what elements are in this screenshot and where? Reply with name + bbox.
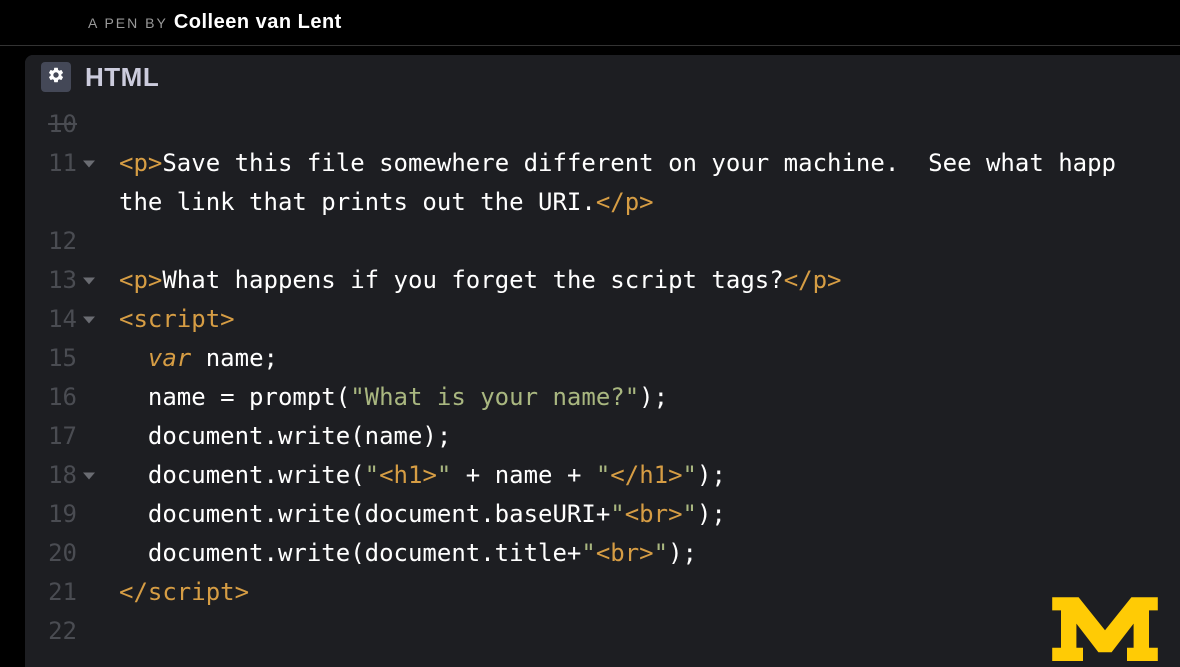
token-tag: <script> (119, 305, 235, 333)
line-number: 16 (25, 378, 77, 417)
line-number: 10 (25, 105, 77, 144)
token-string: " (596, 461, 610, 489)
code-line[interactable]: <script> (119, 300, 1180, 339)
token-keyword: var (148, 344, 191, 372)
settings-button[interactable] (41, 62, 71, 92)
token-string: "What is your name?" (350, 383, 639, 411)
code-line[interactable] (119, 222, 1180, 261)
token-plain: ); (697, 500, 726, 528)
line-number: 21 (25, 573, 77, 612)
code-line[interactable] (119, 105, 1180, 144)
fold-arrow-icon[interactable] (83, 277, 95, 284)
token-string: " (654, 539, 668, 567)
line-number: 22 (25, 612, 77, 651)
line-number (25, 183, 77, 222)
code-editor[interactable]: 10111213141516171819202122 <p>Save this … (25, 99, 1180, 651)
token-tag: <h1> (379, 461, 437, 489)
line-number: 20 (25, 534, 77, 573)
line-number: 14 (25, 300, 77, 339)
code-line[interactable]: </script> (119, 573, 1180, 612)
token-tag: <br> (625, 500, 683, 528)
token-plain: Save this file somewhere different on yo… (162, 149, 1116, 177)
code-line[interactable] (119, 612, 1180, 651)
token-tag: </p> (596, 188, 654, 216)
line-number: 11 (25, 144, 77, 183)
token-tag: <p> (119, 149, 162, 177)
code-content[interactable]: <p>Save this file somewhere different on… (119, 105, 1180, 651)
line-number: 15 (25, 339, 77, 378)
token-plain: ); (639, 383, 668, 411)
code-line[interactable]: the link that prints out the URI.</p> (119, 183, 1180, 222)
token-plain: document.write(name); (119, 422, 451, 450)
line-number: 17 (25, 417, 77, 456)
gutter: 1011 1213141516171819202122 (25, 105, 87, 651)
token-plain: + name + (451, 461, 596, 489)
code-line[interactable]: name = prompt("What is your name?"); (119, 378, 1180, 417)
token-string: " (437, 461, 451, 489)
code-line[interactable]: document.write(document.title+"<br>"); (119, 534, 1180, 573)
token-plain: name; (191, 344, 278, 372)
line-number: 18 (25, 456, 77, 495)
token-plain: What happens if you forget the script ta… (162, 266, 783, 294)
token-plain: document.write(document.baseURI+ (119, 500, 610, 528)
token-plain: document.write( (119, 461, 365, 489)
pen-by-label: A PEN BY (88, 15, 168, 31)
token-tag: <p> (119, 266, 162, 294)
panel-header: HTML (25, 55, 1180, 99)
token-plain: ); (697, 461, 726, 489)
token-tag: </script> (119, 578, 249, 606)
token-plain: the link that prints out the URI. (119, 188, 596, 216)
line-number: 13 (25, 261, 77, 300)
code-line[interactable]: document.write("<h1>" + name + "</h1>"); (119, 456, 1180, 495)
editor-panel: HTML 10111213141516171819202122 <p>Save … (25, 55, 1180, 667)
code-line[interactable]: <p>Save this file somewhere different on… (119, 144, 1180, 183)
code-line[interactable]: document.write(name); (119, 417, 1180, 456)
panel-title: HTML (85, 62, 159, 93)
line-number: 12 (25, 222, 77, 261)
token-plain (119, 344, 148, 372)
fold-arrow-icon[interactable] (83, 160, 95, 167)
token-string: " (683, 500, 697, 528)
code-line[interactable]: document.write(document.baseURI+"<br>"); (119, 495, 1180, 534)
code-line[interactable]: var name; (119, 339, 1180, 378)
token-tag: </h1> (610, 461, 682, 489)
fold-arrow-icon[interactable] (83, 316, 95, 323)
token-tag: </p> (784, 266, 842, 294)
michigan-logo (1050, 584, 1160, 659)
token-plain: name = prompt( (119, 383, 350, 411)
token-plain: document.write(document.title+ (119, 539, 581, 567)
fold-arrow-icon[interactable] (83, 472, 95, 479)
token-string: " (365, 461, 379, 489)
token-tag: <br> (596, 539, 654, 567)
gear-icon (47, 66, 65, 89)
top-bar: A PEN BY Colleen van Lent (0, 0, 1180, 46)
token-plain: ); (668, 539, 697, 567)
author-name: Colleen van Lent (174, 11, 342, 34)
line-number: 19 (25, 495, 77, 534)
code-line[interactable]: <p>What happens if you forget the script… (119, 261, 1180, 300)
token-string: " (683, 461, 697, 489)
token-string: " (581, 539, 595, 567)
token-string: " (610, 500, 624, 528)
